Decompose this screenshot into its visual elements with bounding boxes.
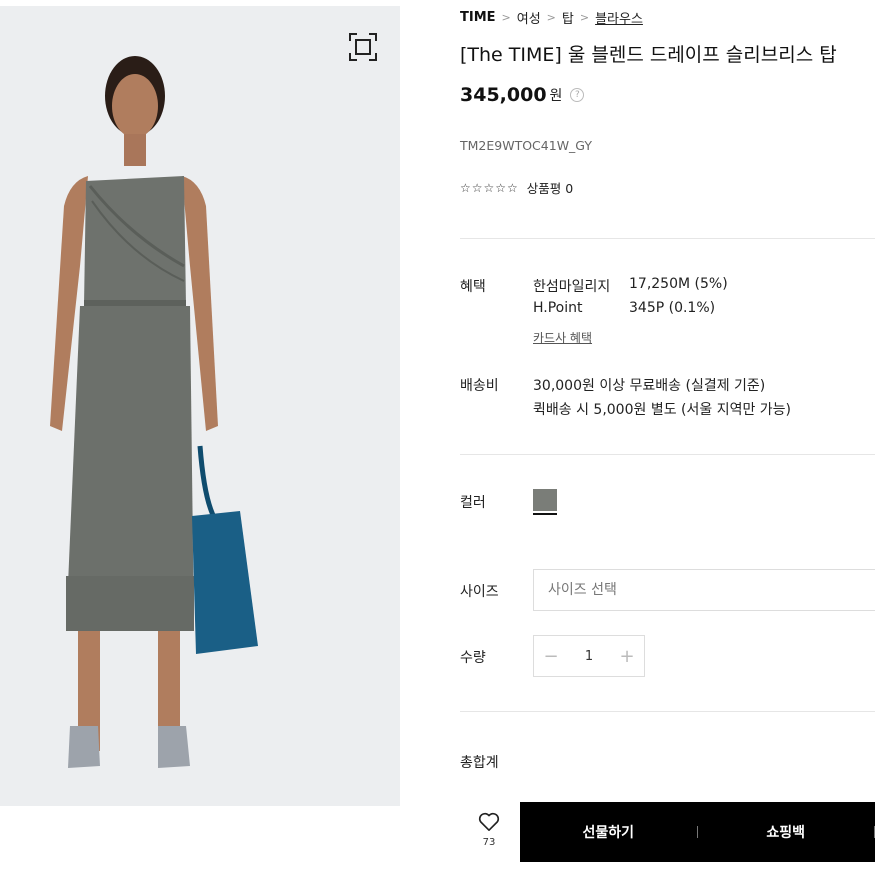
chevron-right-icon: >: [501, 11, 511, 24]
plus-icon[interactable]: +: [610, 646, 644, 667]
star-rating-icon: ☆☆☆☆☆: [460, 180, 519, 195]
wishlist-button[interactable]: 73: [474, 812, 504, 848]
benefit-label: 혜택: [460, 279, 486, 295]
shipping-line: 30,000원 이상 무료배송 (실결제 기준): [533, 378, 766, 394]
breadcrumb: TIME > 여성 > 탑 > 블라우스: [460, 8, 643, 27]
size-select[interactable]: 사이즈 선택: [533, 569, 875, 611]
price-currency: 원: [549, 88, 563, 104]
benefit-name: 한섬마일리지: [533, 279, 611, 295]
color-label: 컬러: [460, 495, 486, 511]
review-count[interactable]: 상품평 0: [527, 178, 573, 197]
benefit-value: 345P (0.1%): [629, 300, 716, 316]
divider: [460, 238, 875, 239]
size-label: 사이즈: [460, 584, 499, 600]
gift-button[interactable]: 선물하기: [520, 822, 697, 842]
quantity-label: 수량: [460, 650, 486, 666]
benefit-name: H.Point: [533, 300, 583, 316]
quantity-stepper: − 1 +: [533, 635, 645, 677]
total-label: 총합계: [460, 755, 499, 771]
action-bar: 선물하기 쇼핑백: [520, 802, 875, 862]
product-image[interactable]: [0, 6, 400, 806]
rating[interactable]: ☆☆☆☆☆ 상품평 0: [460, 178, 573, 197]
product-price: 345,000 원 ?: [460, 84, 585, 106]
chevron-right-icon: >: [579, 11, 590, 24]
fullscreen-icon[interactable]: [346, 30, 380, 64]
model-figure: [50, 56, 258, 768]
shipping-label: 배송비: [460, 378, 499, 394]
breadcrumb-item[interactable]: 여성: [517, 8, 541, 27]
product-code: TM2E9WTOC41W_GY: [460, 138, 593, 153]
benefit-value: 17,250M (5%): [629, 276, 728, 292]
quantity-value[interactable]: 1: [568, 649, 610, 664]
price-value: 345,000: [460, 84, 547, 106]
wishlist-count: 73: [482, 837, 496, 848]
product-title: [The TIME] 울 블렌드 드레이프 슬리브리스 탑: [460, 44, 837, 66]
card-benefit-link[interactable]: 카드사 혜택: [533, 329, 592, 346]
chevron-right-icon: >: [546, 11, 556, 24]
color-chip: [533, 489, 557, 511]
breadcrumb-brand[interactable]: TIME: [460, 10, 496, 25]
shipping-line: 퀵배송 시 5,000원 별도 (서울 지역만 가능): [533, 402, 792, 418]
divider: [460, 454, 875, 455]
breadcrumb-item[interactable]: 탑: [562, 8, 574, 27]
heart-icon: [478, 812, 500, 831]
shopping-bag-button[interactable]: 쇼핑백: [698, 822, 875, 842]
minus-icon[interactable]: −: [534, 646, 568, 667]
divider: [460, 711, 875, 712]
color-swatch[interactable]: [533, 489, 557, 515]
breadcrumb-item-current[interactable]: 블라우스: [595, 8, 643, 27]
help-icon[interactable]: ?: [570, 88, 585, 102]
